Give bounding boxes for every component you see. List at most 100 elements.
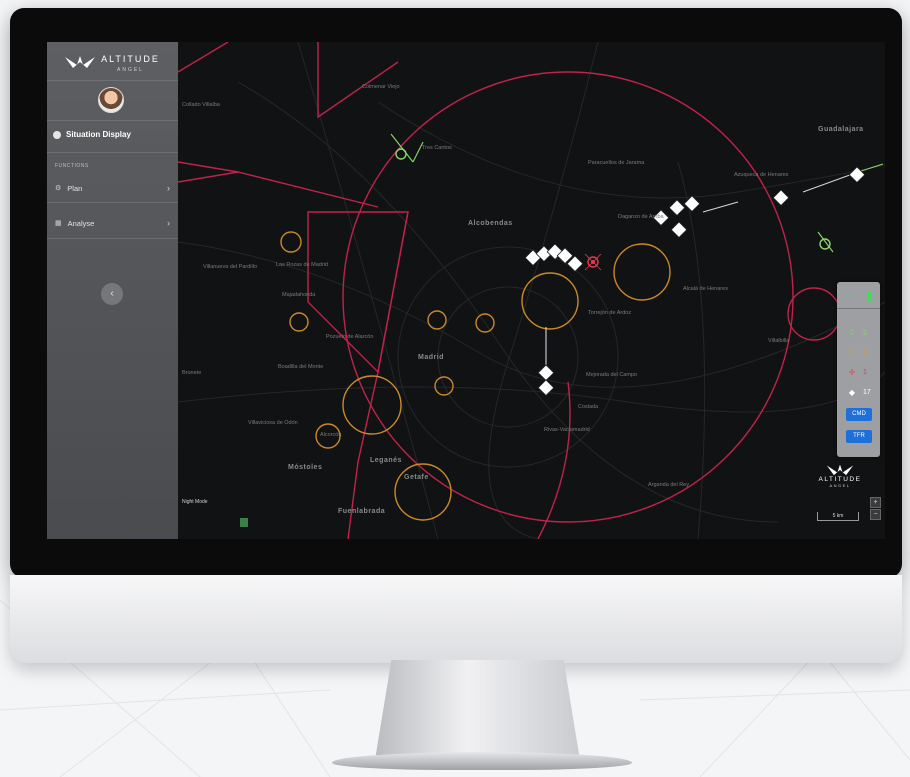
map-label-brunete: Brunete [182,370,202,376]
map-label-colmenar: Colmenar Viejo [362,84,400,90]
map-view[interactable]: Alcobendas Madrid Torrejón de Ardoz Alca… [178,42,885,539]
map-label-tres-cantos: Tres Cantos [422,145,452,151]
wings-logo-icon [65,56,96,68]
grid-icon: ▦ [55,220,62,227]
zone-circle [394,463,452,521]
map-label-collado: Collado Villalba [182,102,220,108]
zoom-out-button[interactable]: − [870,509,881,520]
brand-sub: ANGEL [829,483,851,488]
zone-circle [280,231,302,253]
map-label-azuqueca: Azuqueca de Henares [734,172,789,178]
brand-logo: ALTITUDE ANGEL [47,42,178,80]
divider [47,120,178,121]
map-label-alcobendas: Alcobendas [468,220,513,227]
map-label-daganzo: Daganzo de Arriba [618,214,664,220]
count-row-red[interactable]: ✛ 1 [847,368,867,377]
sidebar-item-label: Analyse [67,218,95,228]
wings-logo-icon [826,464,854,476]
live-label: LIVE [845,293,860,300]
count-value: 1 [863,369,867,376]
count-row-white[interactable]: ◆ 17 [847,388,871,397]
map-label-fuenlabrada: Fuenlabrada [338,508,386,515]
map-label-alcala: Alcalá de Henares [683,286,728,292]
count-value: 17 [863,389,871,396]
orange-drone-icon: ⍥ [849,348,855,357]
zone-circle [342,375,402,435]
monitor-stand [375,660,580,760]
zoom-in-button[interactable]: + [870,497,881,508]
sidebar-item-plan[interactable]: ⚙ Plan › [55,183,170,193]
count-value: 0 [863,349,867,357]
zone-circle [289,312,309,332]
red-alert-drone[interactable] [584,253,602,271]
map-label-leganes: Leganés [370,457,402,464]
night-mode-toggle[interactable]: Night Mode [182,499,208,505]
aircraft-markers[interactable] [524,166,866,397]
sidebar-item-analyse[interactable]: ▦ Analyse › [55,218,170,228]
flight-tracks [545,171,859,382]
divider [47,80,178,81]
map-canvas[interactable] [178,42,885,539]
map-label-boadilla: Boadilla del Monte [278,364,324,370]
avatar[interactable] [98,87,124,113]
nav-situation-label: Situation Display [66,130,131,139]
gear-icon: ⚙ [55,185,62,192]
divider [837,308,880,309]
green-drone-icon: ⍥ [849,328,855,337]
brand-name: ALTITUDE [101,54,160,64]
map-label-majadahonda: Majadahonda [282,292,316,298]
map-label-paracuellos: Paracuellos de Jarama [588,160,645,166]
road-network [178,42,885,539]
collapse-sidebar-button[interactable]: ‹ [101,283,123,305]
count-value: 2 [863,329,867,337]
map-label-rivas: Rivas-Vaciamadrid [544,427,590,433]
map-label-villanueva: Villanueva del Pardillo [203,264,258,270]
airspace-polygon-north [178,42,399,208]
chevron-right-icon: › [167,218,170,228]
map-label-pozuelo: Pozuelo de Alarcón [326,334,374,340]
cmd-button[interactable]: CMD [846,408,872,421]
map-label-arganda: Arganda del Rey [648,482,689,488]
airspace-line-south [537,381,571,539]
live-indicator-icon [867,291,872,301]
airspace-boundaries [178,42,841,539]
map-label-getafe: Getafe [404,474,429,481]
brand-name: ALTITUDE [818,476,862,483]
map-label-mostoles: Móstoles [288,464,323,471]
divider [47,152,178,153]
nav-situation-display[interactable]: Situation Display [53,130,131,139]
gauge-icon [53,130,61,139]
map-label-las-rozas: Las Rozas de Madrid [276,262,328,268]
map-label-mejorada: Mejorada del Campo [586,372,638,378]
tfr-button[interactable]: TFR [846,430,872,443]
screen: ALTITUDE ANGEL Situation Display FUNCTIO… [47,42,885,539]
divider [47,238,178,239]
traffic-summary-panel: LIVE ⍥ 2 ⍥ 0 ✛ 1 ◆ 17 CMD TFR [837,282,880,457]
divider [47,202,178,203]
chevron-right-icon: › [167,183,170,193]
sidebar-item-label: Plan [67,183,83,193]
section-label: FUNCTIONS [55,163,89,169]
brand-sub: ANGEL [117,67,144,73]
map-label-guadalajara: Guadalajara [818,126,864,133]
monitor-stand-base [332,752,632,770]
white-aircraft-icon: ◆ [848,388,856,397]
red-alert-icon: ✛ [848,368,856,377]
map-scale: 5 km [817,512,859,521]
zone-circle [427,310,447,330]
airspace-circle-east [787,287,841,341]
drone-tracks [390,133,884,253]
map-provider-icon [240,518,248,527]
count-row-orange[interactable]: ⍥ 0 [847,348,867,358]
zone-circle [613,243,671,301]
sidebar: ALTITUDE ANGEL Situation Display FUNCTIO… [47,42,178,539]
map-label-madrid: Madrid [418,354,444,361]
airspace-ctr-circle [342,71,794,523]
map-label-alcorcon: Alcorcón [320,432,342,438]
count-row-green[interactable]: ⍥ 2 [847,328,867,338]
map-label-villalbilla: Villalbilla [768,338,790,344]
monitor-chin [10,575,902,663]
brand-logo-map: ALTITUDE ANGEL [817,462,863,488]
map-label-villaviciosa: Villaviciosa de Odón [248,420,298,426]
map-label-torrejon: Torrejón de Ardoz [588,310,632,316]
